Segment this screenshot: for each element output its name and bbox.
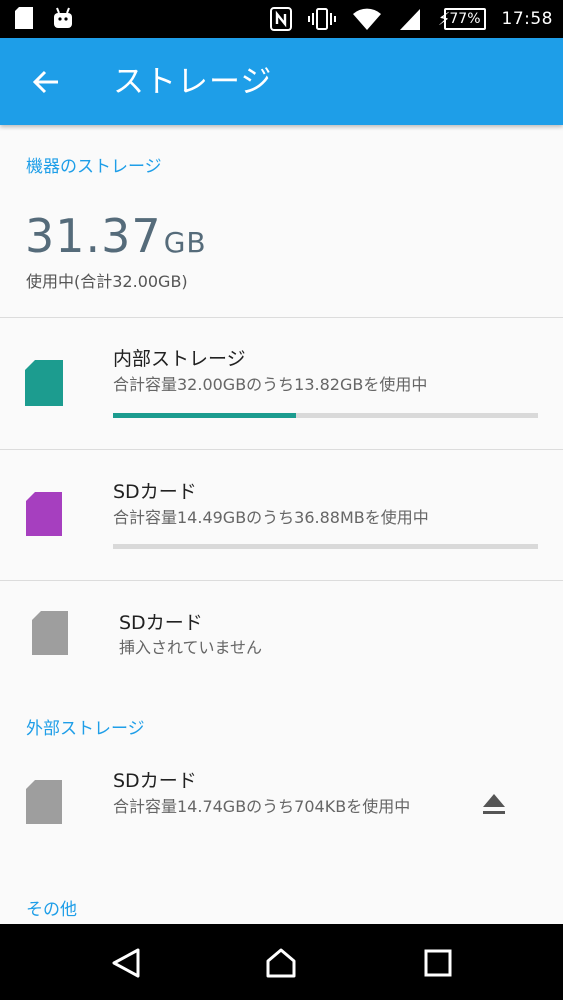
signal-icon	[399, 9, 420, 30]
storage-item-sd-card[interactable]: SDカード 合計容量14.49GBのうち36.88MBを使用中	[0, 450, 563, 580]
navigation-bar	[0, 924, 563, 1000]
total-used-value: 31.37GB	[25, 208, 207, 271]
vibrate-icon	[307, 8, 336, 30]
section-header-device-storage: 機器のストレージ	[26, 157, 162, 177]
sd-card-icon	[25, 360, 63, 406]
nav-home-button[interactable]	[257, 942, 305, 984]
total-used-unit: GB	[163, 226, 207, 259]
storage-item-subtitle: 合計容量32.00GBのうち13.82GBを使用中	[113, 375, 428, 394]
status-bar: ⚡ 77% 17:58	[0, 0, 563, 38]
nfc-icon	[269, 7, 292, 31]
total-used-number: 31.37	[25, 209, 162, 263]
android-icon	[54, 7, 72, 28]
sd-card-icon	[26, 780, 62, 824]
page-title: ストレージ	[113, 64, 273, 100]
storage-item-internal[interactable]: 内部ストレージ 合計容量32.00GBのうち13.82GBを使用中	[0, 318, 563, 449]
sd-card-icon	[32, 611, 68, 655]
nav-back-button[interactable]	[102, 942, 150, 984]
eject-button[interactable]	[478, 788, 510, 820]
storage-item-title: 内部ストレージ	[113, 348, 246, 370]
back-button[interactable]	[24, 60, 68, 104]
storage-item-subtitle: 合計容量14.49GBのうち36.88MBを使用中	[113, 508, 429, 527]
total-used-subtitle: 使用中(合計32.00GB)	[26, 272, 188, 291]
wifi-icon	[352, 8, 381, 30]
section-header-external-storage: 外部ストレージ	[26, 719, 145, 739]
storage-item-sd-card-empty[interactable]: SDカード 挿入されていません	[0, 581, 563, 691]
sd-card-icon	[26, 492, 62, 536]
usage-bar	[113, 413, 538, 418]
nav-back-icon	[112, 948, 140, 978]
eject-icon	[483, 794, 505, 814]
nav-recents-icon	[424, 949, 452, 977]
nav-recents-button[interactable]	[414, 942, 462, 984]
clock: 17:58	[501, 9, 553, 29]
storage-item-title: SDカード	[113, 770, 197, 792]
storage-item-subtitle: 合計容量14.74GBのうち704KBを使用中	[113, 797, 411, 816]
storage-item-title: SDカード	[113, 481, 197, 503]
usage-bar-fill	[113, 413, 296, 418]
battery-level: 77%	[444, 8, 486, 30]
storage-item-subtitle: 挿入されていません	[119, 638, 263, 657]
usage-bar	[113, 544, 538, 549]
back-arrow-icon	[32, 70, 58, 94]
app-bar: ストレージ	[0, 38, 563, 125]
section-header-other: その他	[26, 900, 77, 920]
storage-item-title: SDカード	[119, 612, 203, 634]
sim-card-icon	[15, 7, 33, 29]
nav-home-icon	[266, 948, 296, 978]
